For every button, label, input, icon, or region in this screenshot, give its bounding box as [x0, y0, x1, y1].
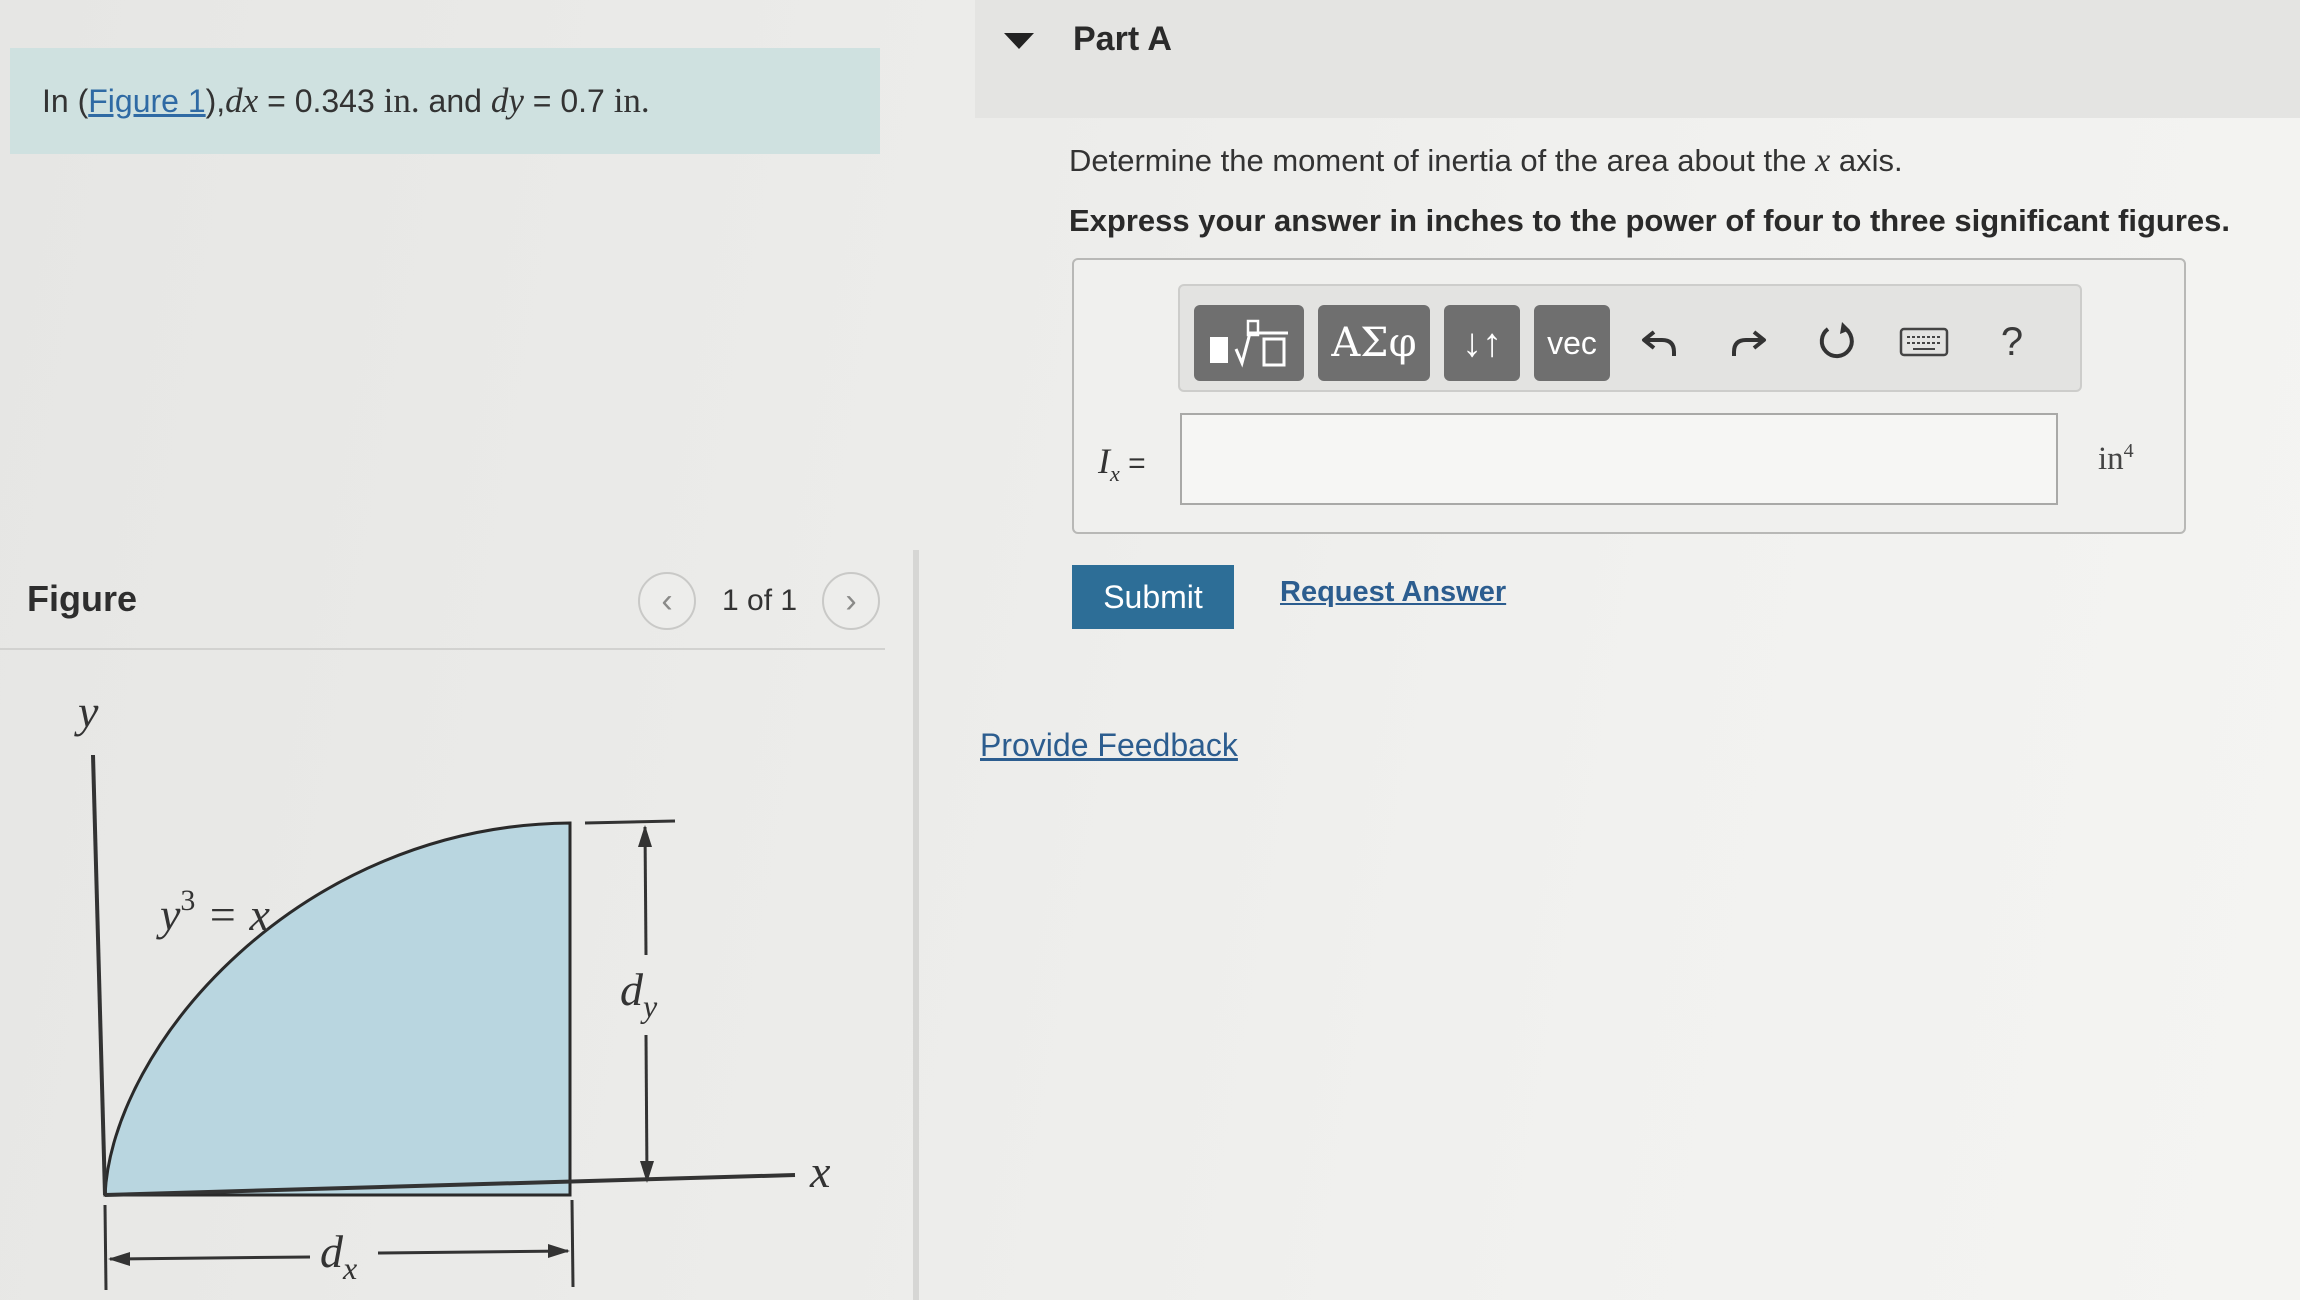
part-a-header[interactable]	[975, 0, 2300, 118]
dx-equals: = 0.343	[258, 82, 384, 119]
dy-symbol: d	[490, 81, 509, 120]
dx-subscript: x	[242, 81, 259, 120]
undo-icon	[1642, 330, 1676, 356]
figure-diagram: y x y3 = x dy dx	[74, 686, 831, 1291]
y-axis-label: y	[74, 686, 99, 737]
undo-button[interactable]	[1630, 310, 1690, 374]
answer-variable-subscript: x	[1110, 461, 1120, 487]
templates-button[interactable]	[1194, 305, 1304, 381]
submit-button[interactable]: Submit	[1072, 565, 1234, 629]
dx-left-line	[109, 1255, 311, 1261]
redo-icon	[1732, 330, 1766, 356]
answer-variable-label: Ix =	[1098, 440, 1146, 487]
arrows-button[interactable]: ↓↑	[1444, 305, 1520, 381]
answer-unit-base: in	[2098, 441, 2124, 477]
question-axis-symbol: x	[1815, 142, 1831, 179]
dy-subscript: y	[508, 81, 524, 120]
dx-symbol: d	[225, 81, 243, 120]
and-text: and	[419, 82, 491, 119]
dy-equals: = 0.7	[523, 82, 614, 119]
chevron-left-icon: ‹	[661, 581, 673, 620]
reset-button[interactable]	[1806, 310, 1866, 374]
panel-divider	[913, 550, 919, 1300]
dx-right-tick	[570, 1199, 575, 1288]
keyboard-icon	[1899, 327, 1949, 357]
curve-label-y: y	[156, 889, 181, 940]
dx-label-d: d	[320, 1226, 344, 1277]
problem-prefix: In (	[42, 82, 89, 119]
greek-symbols-button[interactable]: ΑΣφ	[1318, 305, 1430, 381]
chevron-right-icon: ›	[845, 581, 857, 620]
dx-left-arrow	[108, 1252, 130, 1266]
figure-header: Figure ‹ 1 of 1 ›	[0, 560, 885, 650]
dx-label: dx	[320, 1226, 357, 1286]
answer-variable-symbol: I	[1098, 441, 1110, 481]
dy-label-d: d	[620, 964, 644, 1015]
answer-equals: =	[1119, 447, 1146, 480]
shaded-area	[103, 821, 572, 1197]
dy-lower-line	[644, 1034, 649, 1181]
x-axis-label: x	[809, 1146, 831, 1197]
instruction-text: Express your answer in inches to the pow…	[1069, 203, 2230, 238]
redo-button[interactable]	[1718, 310, 1778, 374]
dy-up-arrow	[638, 825, 652, 847]
curve-label-exponent: 3	[180, 884, 195, 917]
figure-title: Figure	[27, 578, 138, 619]
help-button[interactable]: ?	[1982, 310, 2042, 374]
dx-unit: in.	[383, 81, 420, 120]
reset-icon	[1819, 322, 1854, 359]
left-panel: In ( Figure 1 ), dx = 0.343 in. and dy =…	[0, 0, 915, 1300]
dx-left-tick	[103, 1204, 108, 1291]
answer-units: in4	[2098, 440, 2134, 478]
dx-right-line	[377, 1249, 569, 1255]
dy-top-tick	[584, 819, 676, 825]
part-title[interactable]: Part A	[1073, 20, 1172, 59]
collapse-caret-icon[interactable]	[1004, 33, 1034, 49]
provide-feedback-link[interactable]: Provide Feedback	[980, 727, 1238, 764]
dx-label-sub: x	[342, 1250, 357, 1286]
request-answer-link[interactable]: Request Answer	[1280, 576, 1506, 609]
dy-label: dy	[620, 964, 658, 1024]
templates-sqrt-icon	[1210, 319, 1288, 368]
problem-suffix-open: ),	[205, 82, 226, 119]
question-text: Determine the moment of inertia of the a…	[1069, 142, 1903, 180]
curve-label-rest: = x	[195, 889, 270, 940]
y-axis-line	[91, 754, 107, 1196]
question-suffix: axis.	[1830, 143, 1903, 178]
previous-figure-button[interactable]: ‹	[638, 572, 696, 630]
figure-link[interactable]: Figure 1	[88, 83, 205, 120]
dy-unit: in.	[613, 81, 650, 120]
question-prefix: Determine the moment of inertia of the a…	[1069, 143, 1816, 178]
dx-right-arrow	[548, 1244, 570, 1258]
vector-button[interactable]: vec	[1534, 305, 1610, 381]
next-figure-button[interactable]: ›	[822, 572, 880, 630]
curve-equation-label: y3 = x	[156, 884, 270, 940]
answer-input[interactable]	[1180, 413, 2058, 505]
answer-unit-exponent: 4	[2123, 440, 2134, 462]
figure-pager-count: 1 of 1	[722, 584, 798, 617]
keyboard-button[interactable]	[1894, 310, 1954, 374]
problem-statement: In ( Figure 1 ), dx = 0.343 in. and dy =…	[10, 48, 880, 154]
dy-label-sub: y	[640, 988, 658, 1024]
